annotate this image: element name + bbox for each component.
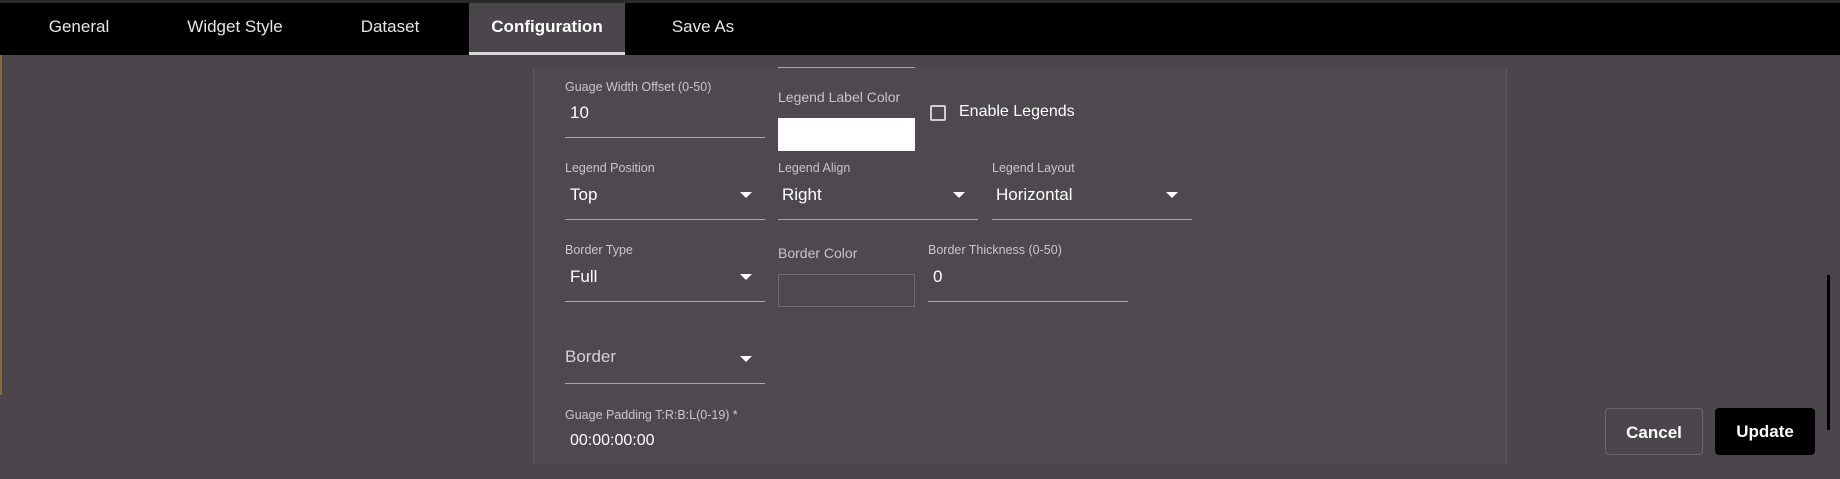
update-button[interactable]: Update — [1715, 408, 1815, 455]
chevron-down-icon[interactable] — [740, 274, 752, 280]
border-color-swatch[interactable] — [778, 274, 915, 307]
tab-save-as[interactable]: Save As — [662, 3, 744, 55]
legend-label-color-swatch[interactable] — [778, 118, 915, 151]
legend-layout-underline — [992, 219, 1192, 220]
left-edge-accent — [0, 55, 2, 395]
legend-align-underline — [778, 219, 978, 220]
enable-legends-checkbox[interactable] — [930, 105, 946, 121]
cancel-button[interactable]: Cancel — [1605, 408, 1703, 455]
chevron-down-icon[interactable] — [953, 192, 965, 198]
tab-general[interactable]: General — [28, 3, 130, 55]
border-select[interactable]: Border — [565, 347, 616, 367]
border-type-underline — [565, 301, 765, 302]
tab-widget-style[interactable]: Widget Style — [170, 3, 300, 55]
legend-align-label: Legend Align — [778, 161, 851, 175]
border-thickness-label: Border Thickness (0-50) — [928, 243, 1062, 257]
border-select-underline — [565, 383, 765, 384]
legend-align-select[interactable]: Right — [782, 185, 822, 205]
chevron-down-icon[interactable] — [740, 192, 752, 198]
border-thickness-underline — [928, 301, 1128, 302]
border-thickness-input[interactable]: 0 — [933, 267, 942, 287]
tab-configuration[interactable]: Configuration — [469, 3, 625, 55]
gauge-padding-label: Guage Padding T:R:B:L(0-19) * — [565, 408, 738, 422]
enable-legends-label: Enable Legends — [959, 103, 1075, 120]
border-color-label: Border Color — [778, 245, 858, 261]
field-underline-partial — [778, 67, 915, 68]
legend-label-color-label: Legend Label Color — [778, 89, 901, 105]
legend-position-select[interactable]: Top — [570, 185, 597, 205]
chevron-down-icon[interactable] — [1166, 192, 1178, 198]
legend-layout-select[interactable]: Horizontal — [996, 185, 1073, 205]
gauge-width-offset-input[interactable]: 10 — [570, 103, 589, 123]
tab-bar: General Widget Style Dataset Configurati… — [0, 0, 1840, 55]
tab-dataset[interactable]: Dataset — [344, 3, 436, 55]
configuration-panel — [533, 68, 1507, 464]
legend-position-underline — [565, 219, 765, 220]
legend-position-label: Legend Position — [565, 161, 655, 175]
border-type-select[interactable]: Full — [570, 267, 597, 287]
chevron-down-icon[interactable] — [740, 356, 752, 362]
legend-layout-label: Legend Layout — [992, 161, 1075, 175]
gauge-padding-input[interactable]: 00:00:00:00 — [570, 432, 655, 450]
gauge-width-offset-underline — [565, 137, 765, 138]
gauge-width-offset-label: Guage Width Offset (0-50) — [565, 80, 712, 94]
border-type-label: Border Type — [565, 243, 633, 257]
scrollbar[interactable] — [1827, 275, 1830, 430]
